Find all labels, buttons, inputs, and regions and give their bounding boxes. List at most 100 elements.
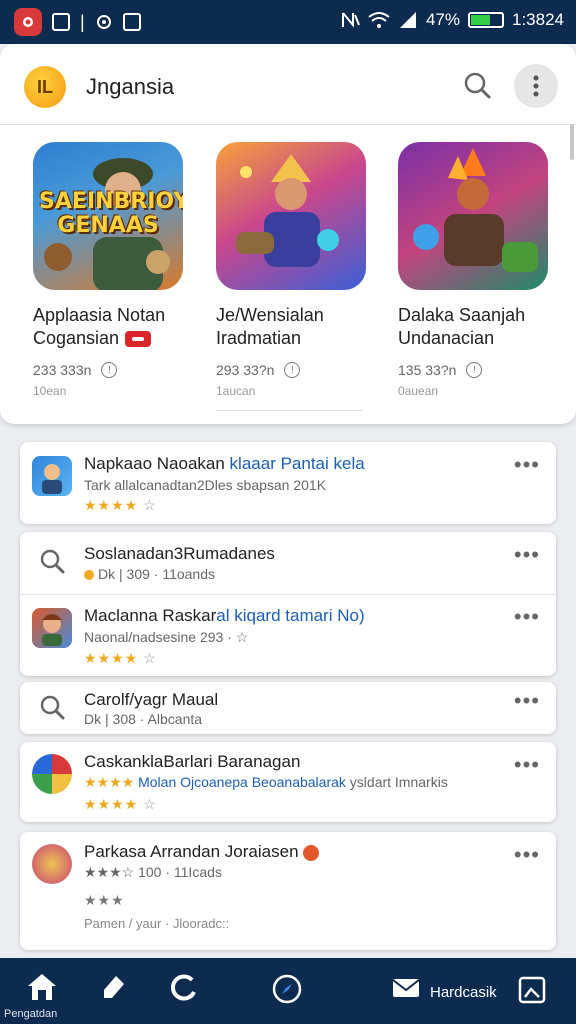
app-bar: IL Jngansia bbox=[0, 44, 576, 125]
featured-app-1-name-line2: Cogansian bbox=[33, 328, 120, 348]
featured-app-2-meta: 293 33?n ! bbox=[216, 362, 376, 378]
list-item-subtitle: Dk | 308 · Albcanta bbox=[84, 711, 203, 727]
more-options-icon[interactable]: ••• bbox=[514, 452, 540, 478]
game-thumb-icon bbox=[32, 844, 72, 884]
battery-percent: 47% bbox=[425, 10, 460, 29]
featured-app-1-meta: 233 333n ! bbox=[33, 362, 193, 378]
wheel-thumb-icon bbox=[32, 754, 72, 794]
app-title: Jngansia bbox=[86, 74, 175, 99]
featured-app-2-name-line2: Iradmatian bbox=[216, 328, 302, 348]
list-card-1[interactable]: Napkaao Naoakan klaaar Pantai kela Tark … bbox=[20, 442, 556, 524]
list-item-subtitle: ★★★★ Molan Ojcoanepa Beoanabalarak yslda… bbox=[84, 774, 448, 790]
badge-dot-icon bbox=[84, 570, 94, 581]
compass-icon bbox=[272, 974, 302, 1004]
nav-refresh[interactable] bbox=[168, 972, 200, 1007]
featured-app-2-name-line1: Je/Wensialan bbox=[216, 305, 324, 325]
rating-stars: ★★★★ ☆ bbox=[84, 650, 157, 666]
home-icon bbox=[28, 974, 56, 1000]
settings-notification-icon bbox=[96, 15, 111, 29]
refresh-icon bbox=[170, 974, 196, 1001]
list-card-2[interactable]: Soslanadan3Rumadanes Dk | 309 · 11oands … bbox=[20, 532, 556, 676]
list-card-5[interactable]: Parkasa Arrandan Joraiasen ★★★☆ 100 · 11… bbox=[20, 832, 556, 950]
image-notification-icon bbox=[52, 13, 70, 31]
more-options-icon[interactable]: ••• bbox=[514, 604, 540, 630]
search-icon bbox=[464, 72, 491, 99]
featured-app-2-name: Je/Wensialan Iradmatian bbox=[216, 304, 376, 350]
list-item-subtitle: Naonal/nadsesine 293 · ☆ bbox=[84, 629, 249, 645]
carousel-indicator bbox=[216, 410, 362, 411]
more-options-icon[interactable]: ••• bbox=[514, 842, 540, 868]
wifi-icon bbox=[368, 12, 390, 28]
list-item-subtitle: Dk | 309 · 11oands bbox=[84, 566, 215, 582]
featured-app-3[interactable]: Dalaka Saanjah Undanacian 135 33?n ! 0au… bbox=[398, 142, 558, 398]
featured-app-3-sub: 0auean bbox=[398, 384, 439, 398]
list-item-title: CaskanklaBarlari Baranagan bbox=[84, 752, 301, 771]
more-options-icon[interactable]: ••• bbox=[514, 688, 540, 714]
more-vert-icon bbox=[533, 75, 539, 97]
scrollbar-thumb[interactable] bbox=[570, 124, 574, 160]
featured-app-2-count: 293 33?n bbox=[216, 362, 275, 378]
list-item-title: Parkasa Arrandan Joraiasen bbox=[84, 842, 320, 862]
mail-icon bbox=[392, 979, 420, 997]
featured-app-1[interactable]: SAEINBRIOY GENAAS Applaasia Notan Cogans… bbox=[33, 142, 193, 398]
divider bbox=[20, 594, 556, 595]
rating-stars: ★★★★ ☆ bbox=[84, 796, 157, 812]
nav-explore[interactable] bbox=[272, 974, 302, 1009]
list-item-title: Napkaao Naoakan klaaar Pantai kela bbox=[84, 454, 365, 473]
search-icon bbox=[40, 549, 65, 574]
search-button[interactable] bbox=[458, 66, 498, 106]
featured-app-2-art[interactable] bbox=[216, 142, 366, 290]
list-item-title: Maclanna Raskaral kiqard tamari No) bbox=[84, 606, 365, 625]
rating-stars: ★★★ bbox=[84, 892, 125, 908]
battery-icon bbox=[468, 12, 504, 28]
featured-app-1-art-text: SAEINBRIOY GENAAS bbox=[39, 189, 183, 238]
warrior-character-icon bbox=[413, 148, 538, 272]
nav-tools[interactable] bbox=[98, 972, 128, 1007]
nav-messages[interactable] bbox=[392, 978, 420, 1003]
more-options-icon[interactable]: ••• bbox=[514, 542, 540, 568]
featured-app-3-count: 135 33?n bbox=[398, 362, 457, 378]
content-area: IL Jngansia SAEINBRIOY GENAAS Applaasia … bbox=[0, 44, 576, 958]
featured-app-1-name: Applaasia Notan Cogansian bbox=[33, 304, 193, 350]
info-icon[interactable]: ! bbox=[284, 362, 301, 378]
featured-app-3-art[interactable] bbox=[398, 142, 548, 290]
nav-messages-label: Hardcasik bbox=[430, 984, 497, 1001]
rating-stars: ★★★★ ☆ bbox=[84, 497, 157, 513]
profile-search-icon bbox=[518, 976, 546, 1004]
hot-badge-icon bbox=[303, 844, 320, 861]
nav-profile[interactable] bbox=[518, 976, 546, 1009]
info-icon[interactable]: ! bbox=[466, 362, 483, 378]
search-icon bbox=[40, 695, 65, 720]
notification-app-icon bbox=[14, 8, 42, 36]
featured-card: IL Jngansia SAEINBRIOY GENAAS Applaasia … bbox=[0, 44, 576, 424]
hero-character-icon bbox=[236, 154, 339, 267]
featured-app-2-sub: 1aucan bbox=[216, 384, 256, 398]
more-options-icon[interactable]: ••• bbox=[514, 752, 540, 778]
status-bar: | 47% 1:3824 bbox=[0, 0, 576, 44]
list-card-3[interactable]: Carolf/yagr Maual Dk | 308 · Albcanta ••… bbox=[20, 682, 556, 734]
nfc-icon bbox=[341, 12, 360, 28]
featured-app-3-name-line1: Dalaka Saanjah bbox=[398, 305, 526, 325]
featured-app-1-art[interactable]: SAEINBRIOY GENAAS bbox=[33, 142, 183, 290]
list-item-title: Soslanadan3Rumadanes bbox=[84, 544, 275, 563]
avatar-thumb-icon bbox=[32, 608, 72, 648]
featured-app-3-name: Dalaka Saanjah Undanacian bbox=[398, 304, 558, 350]
list-item-subtitle: Tark allalcanadtan2Dles sbapsan 201K bbox=[84, 477, 327, 493]
featured-app-1-count: 233 333n bbox=[33, 362, 92, 378]
clock: 1:3824 bbox=[512, 10, 564, 29]
divider-glyph: | bbox=[80, 11, 85, 32]
game-thumb-icon bbox=[32, 456, 72, 496]
list-item-title: Carolf/yagr Maual bbox=[84, 690, 219, 709]
nav-home-label: Pengatdan bbox=[4, 1008, 58, 1020]
list-card-4[interactable]: CaskanklaBarlari Baranagan ★★★★ Molan Oj… bbox=[20, 742, 556, 822]
bottom-navigation: Pengatdan Hardcasik bbox=[0, 958, 576, 1024]
app-logo-icon[interactable]: IL bbox=[24, 66, 66, 108]
info-icon[interactable]: ! bbox=[101, 362, 118, 378]
app-notification-icon bbox=[122, 13, 141, 31]
video-badge-icon bbox=[125, 331, 152, 348]
featured-app-3-meta: 135 33?n ! bbox=[398, 362, 558, 378]
nav-home[interactable] bbox=[26, 972, 58, 1007]
more-options-button[interactable] bbox=[514, 64, 558, 108]
featured-app-2[interactable]: Je/Wensialan Iradmatian 293 33?n ! 1auca… bbox=[216, 142, 376, 398]
tools-icon bbox=[104, 976, 124, 998]
